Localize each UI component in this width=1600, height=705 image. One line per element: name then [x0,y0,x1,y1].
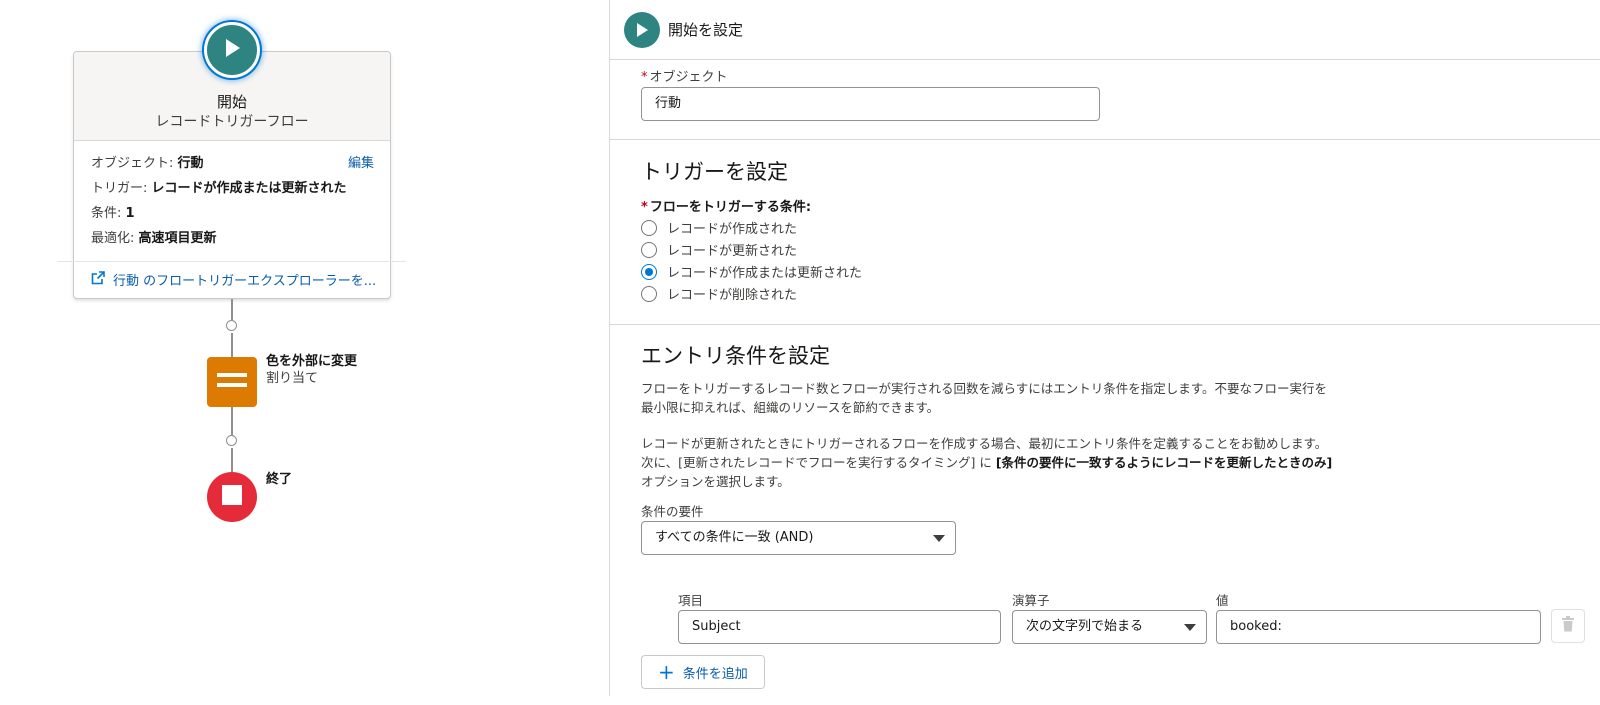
start-optimize-row: 最適化: 高速項目更新 [91,226,374,251]
connector-add-point[interactable] [226,320,237,331]
connector-add-point[interactable] [226,435,237,446]
connector-line [231,407,233,437]
equals-icon [217,371,247,393]
start-condition-label: 条件: [91,206,122,221]
edit-link[interactable]: 編集 [348,151,374,176]
condition-operator-select[interactable]: 次の文字列で始まる [1012,610,1207,644]
assignment-node-type: 割り当て [266,371,319,386]
flow-canvas[interactable]: 開始 レコードトリガーフロー オブジェクト: 行動 編集 トリガー: レコードが… [0,0,609,696]
radio-record-updated[interactable]: レコードが更新された [641,240,797,259]
start-object-row: オブジェクト: 行動 編集 [91,151,374,176]
trash-icon [1561,616,1575,636]
start-node-title: 開始 [216,93,247,111]
radio-record-created-or-updated[interactable]: レコードが作成または更新された [641,262,862,281]
start-node-subtitle: レコードトリガーフロー [155,114,309,130]
condition-requirement-label: 条件の要件 [641,504,704,519]
start-optimize-value: 高速項目更新 [138,231,217,246]
start-trigger-row: トリガー: レコードが作成または更新された [91,176,374,201]
description-line: オプションを選択します。 [641,474,790,489]
start-optimize-label: 最適化: [91,231,135,246]
panel-title: 開始を設定 [668,21,744,39]
value-column-label: 値 [1216,593,1229,608]
assignment-node-name: 色を外部に変更 [266,354,358,369]
entry-description-1: フローをトリガーするレコード数とフローが実行される回数を減らすにはエントリ条件を… [641,379,1361,417]
description-text: 次に、[更新されたレコードでフローを実行するタイミング] に [641,455,996,470]
end-node[interactable] [207,472,257,522]
start-condition-row: 条件: 1 [91,201,374,226]
radio-label: レコードが削除された [667,288,798,303]
external-link-icon [91,270,105,289]
entry-section-title: エントリ条件を設定 [641,344,830,368]
description-line: フローをトリガーするレコード数とフローが実行される回数を減らすにはエントリ条件を… [641,381,1328,396]
chevron-down-icon [933,535,945,542]
connector-line [231,333,233,357]
radio-record-created[interactable]: レコードが作成された [641,218,797,237]
required-marker: * [641,200,648,215]
field-column-label: 項目 [678,593,704,608]
stop-icon [222,485,242,509]
plus-icon: + [658,660,675,684]
radio-button[interactable] [641,219,657,236]
assignment-node[interactable] [207,357,257,407]
radio-label: レコードが更新された [667,244,798,259]
operator-column-label: 演算子 [1012,593,1050,608]
connector-line [231,448,233,472]
start-node-icon[interactable] [204,22,260,78]
description-line: 次に、[更新されたレコードでフローを実行するタイミング] に [条件の要件に一致… [641,453,1361,472]
radio-button[interactable] [641,241,657,258]
radio-record-deleted[interactable]: レコードが削除された [641,284,797,303]
start-object-label: オブジェクト: [91,156,174,171]
radio-label: レコードが作成された [667,222,798,237]
condition-requirement-value: すべての条件に一致 (AND) [655,530,814,545]
description-emphasis: [条件の要件に一致するようにレコードを更新したときのみ] [995,455,1333,470]
radio-label: レコードが作成または更新された [667,266,863,281]
start-node-card[interactable]: 開始 レコードトリガーフロー オブジェクト: 行動 編集 トリガー: レコードが… [57,51,406,299]
condition-field-input[interactable]: Subject [678,610,1001,644]
chevron-down-icon [1184,624,1196,631]
panel-header: 開始を設定 [610,0,1600,60]
object-section: * オブジェクト 行動 [610,60,1600,140]
object-input[interactable]: 行動 [641,87,1100,121]
entry-description-2: レコードが更新されたときにトリガーされるフローを作成する場合、最初にエントリ条件… [641,434,1361,491]
start-object-value: 行動 [177,156,204,171]
add-condition-button[interactable]: + 条件を追加 [641,655,765,689]
radio-button[interactable] [641,285,657,302]
trigger-section: トリガーを設定 * フローをトリガーする条件: レコードが作成された レコードが更… [610,140,1600,325]
start-condition-value: 1 [125,206,135,221]
flow-trigger-explorer-link[interactable]: 行動 のフロートリガーエクスプローラーを... [74,262,390,289]
start-trigger-label: トリガー: [91,181,148,196]
object-label-text: オブジェクト [649,70,728,85]
condition-operator-value: 次の文字列で始まる [1026,619,1144,634]
description-line: レコードが更新されたときにトリガーされるフローを作成する場合、最初にエントリ条件… [641,436,1328,451]
play-icon [222,37,242,63]
entry-conditions-section: エントリ条件を設定 フローをトリガーするレコード数とフローが実行される回数を減ら… [610,325,1600,705]
description-line: 最小限に抑えれば、組織のリソースを節約できます。 [641,400,940,415]
radio-button-selected[interactable] [641,263,657,280]
start-properties-panel: 開始を設定 * オブジェクト 行動 トリガーを設定 * フローをトリガーする条件: … [609,0,1600,696]
add-condition-label: 条件を追加 [682,666,748,682]
required-marker: * [641,70,648,85]
object-field-label: * オブジェクト [641,66,728,85]
flow-trigger-explorer-label: 行動 のフロートリガーエクスプローラーを... [113,274,377,289]
assignment-node-label: 色を外部に変更 割り当て [266,353,357,387]
play-icon [624,11,660,48]
trigger-section-title: トリガーを設定 [641,160,788,184]
trigger-condition-label-text: フローをトリガーする条件: [649,200,812,215]
trigger-condition-label: * フローをトリガーする条件: [641,196,811,215]
delete-condition-button[interactable] [1551,609,1585,643]
start-trigger-value: レコードが作成または更新された [151,181,347,196]
start-node-details: オブジェクト: 行動 編集 トリガー: レコードが作成または更新された 条件: … [74,141,390,251]
end-node-label: 終了 [266,472,293,487]
condition-requirement-select[interactable]: すべての条件に一致 (AND) [641,521,956,555]
condition-value-input[interactable]: booked: [1216,610,1541,644]
